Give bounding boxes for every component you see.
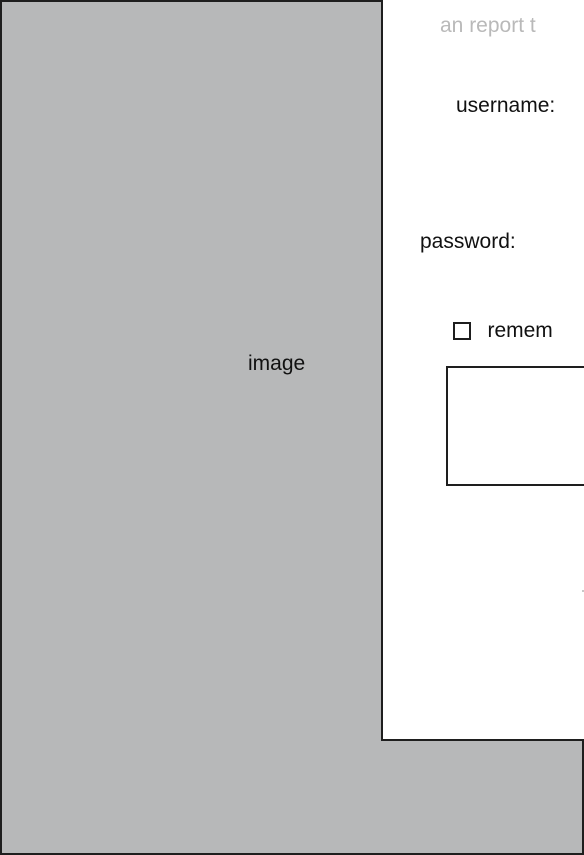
remember-me-checkbox[interactable] bbox=[453, 322, 471, 340]
login-screen: image an report t username: password: re… bbox=[0, 0, 584, 855]
username-label: username: bbox=[456, 94, 556, 117]
image-placeholder-label: image bbox=[248, 352, 306, 375]
report-prompt-text: an report t bbox=[440, 14, 536, 37]
login-button[interactable] bbox=[446, 366, 584, 486]
password-label: password: bbox=[420, 230, 516, 253]
remember-me-row[interactable]: remem bbox=[453, 319, 553, 343]
login-panel: an report t username: password: remem bbox=[381, 0, 584, 741]
remember-me-label: remem bbox=[487, 319, 553, 342]
